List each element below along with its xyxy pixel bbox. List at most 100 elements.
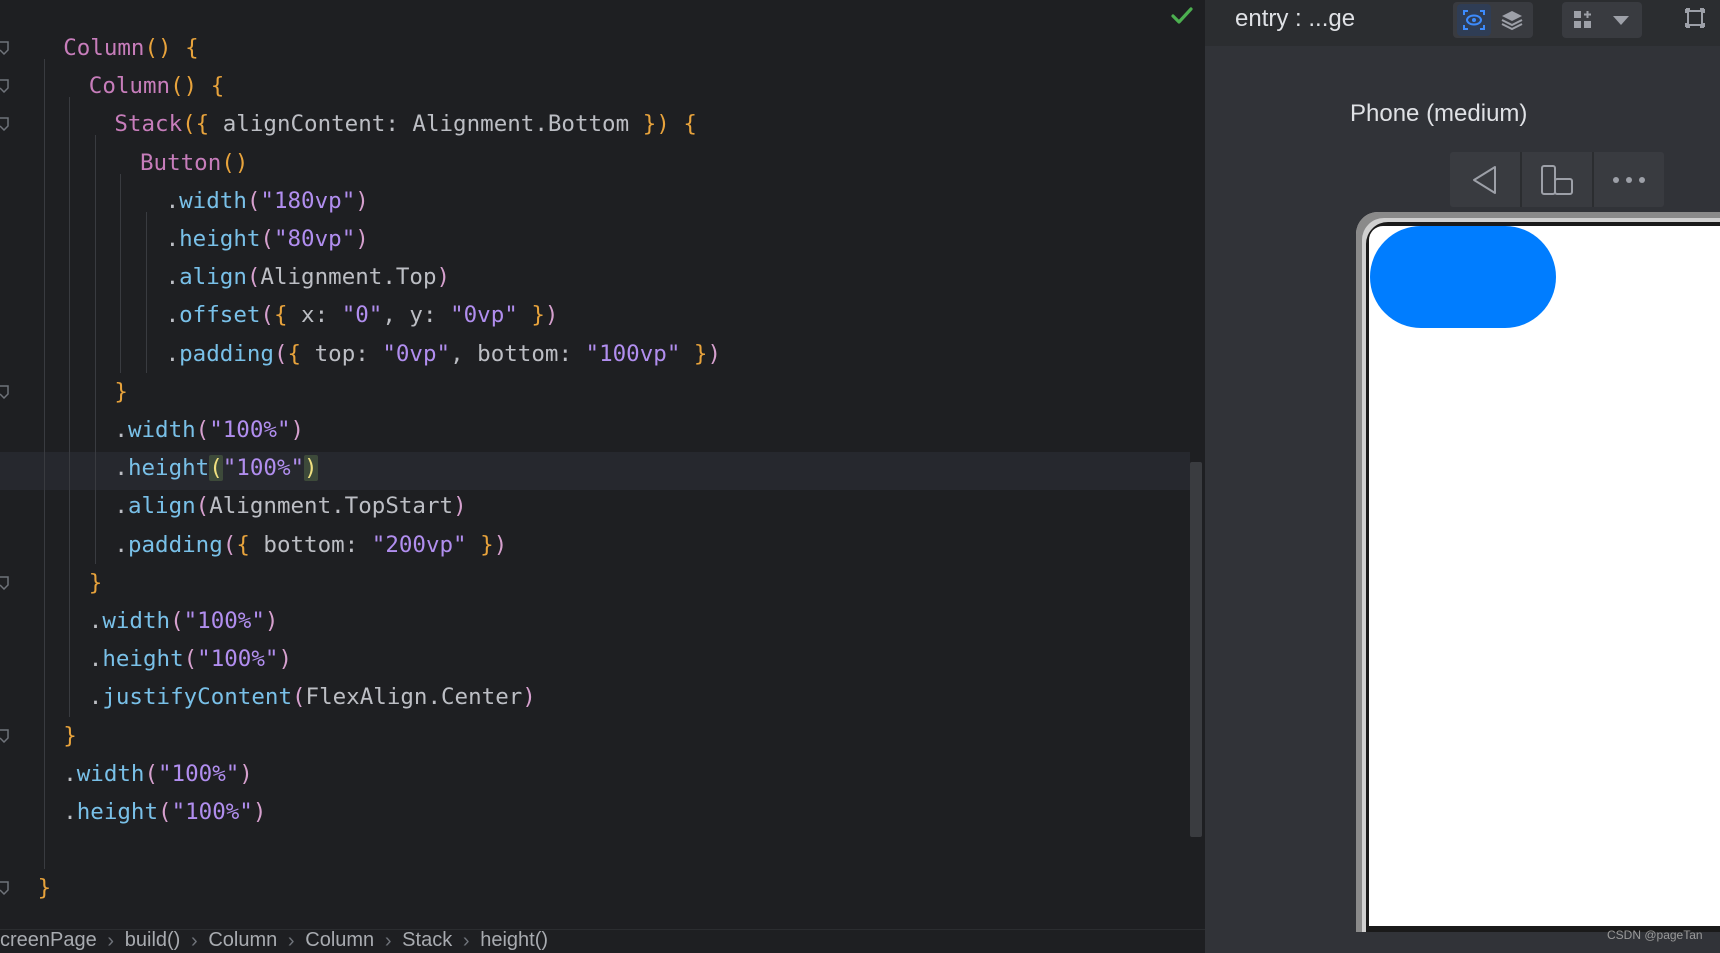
rotate-device-icon [1541,164,1573,195]
code-token: { [683,111,697,138]
indent-guide [120,173,122,373]
previewer-title: entry : ...ge [1235,5,1356,32]
code-token: () [144,35,172,61]
code-line[interactable]: .offset({ x: "0", y: "0vp" }) [166,296,559,334]
code-token: . [114,531,128,558]
code-line[interactable]: Stack({ alignContent: Alignment.Bottom }… [114,105,697,143]
breadcrumb-item[interactable]: Column [305,930,374,953]
fold-marker-icon[interactable] [0,881,10,896]
code-token: "100%" [158,760,240,787]
previewer-panel: entry : ...ge Phone (medium) CSDN @pageT… [1205,0,1720,953]
code-token: width [127,417,196,443]
code-token: FlexAlign.Center [305,684,523,711]
code-line[interactable]: .justifyContent(FlexAlign.Center) [89,678,536,716]
breadcrumb-item[interactable]: Column [208,930,277,953]
code-line[interactable]: .padding({ bottom: "200vp" }) [114,526,507,564]
code-line[interactable]: .height("100%") [63,793,266,831]
chevron-down-icon [1613,16,1629,25]
maximize-icon [1685,8,1705,28]
fold-marker-icon[interactable] [0,79,10,94]
code-token: . [88,646,103,673]
breadcrumb-item[interactable]: height() [480,930,548,953]
inspector-eye-button[interactable] [1457,4,1491,36]
code-editor[interactable]: Column() {Column() {Stack({ alignContent… [0,0,1205,953]
code-token: ) [252,799,267,825]
device-name-label: Phone (medium) [1350,100,1528,127]
code-line[interactable]: .width("180vp") [166,182,369,220]
code-line[interactable]: .align(Alignment.Top) [166,258,450,296]
code-token: . [165,187,180,214]
code-token: ) [453,493,467,520]
code-token: { [287,340,302,367]
code-line[interactable]: } [38,869,52,907]
code-line[interactable]: .width("100%") [63,755,253,793]
fold-marker-icon[interactable] [0,385,10,399]
code-line[interactable]: .width("100%") [89,602,279,640]
code-token: ) [304,455,318,482]
code-line[interactable]: .height("100%") [114,449,318,487]
code-token: Column [63,35,145,61]
code-token: offset [179,302,261,329]
code-token: { [185,35,199,61]
fold-marker-icon[interactable] [0,41,10,55]
code-token: width [179,187,247,214]
code-token: x: [287,302,342,329]
code-token: ( [158,799,172,825]
code-token: "180vp" [260,187,356,214]
breadcrumb-separator-icon: › [287,930,295,952]
code-line[interactable]: .height("80vp") [166,220,369,258]
breadcrumb-item[interactable]: creenPage [0,930,97,953]
breadcrumb-separator-icon: › [462,930,470,952]
back-triangle-icon [1473,165,1496,194]
more-options-button[interactable] [1594,152,1664,207]
code-line[interactable]: .align(Alignment.TopStart) [114,487,466,525]
code-token: "0vp" [450,302,518,329]
code-token: "0vp" [382,340,451,367]
code-line[interactable]: .height("100%") [89,640,292,678]
code-token: Alignment.Top [260,264,437,291]
code-line[interactable]: Column() { [89,67,224,105]
preview-blue-button[interactable] [1370,226,1556,328]
code-token: . [165,226,180,252]
code-line[interactable]: } [63,717,77,755]
code-token: } [480,531,494,558]
components-button[interactable] [1566,4,1600,36]
code-token: ( [209,455,223,482]
view-dropdown-button[interactable] [1604,4,1638,36]
code-line[interactable]: } [89,564,103,602]
code-token: height [102,646,184,673]
code-token: bottom: [249,531,372,558]
phone-screen[interactable] [1369,226,1720,926]
code-line[interactable]: Button() [140,144,248,182]
code-token: align [127,493,196,520]
code-token: height [127,455,210,482]
breadcrumb-item[interactable]: build() [125,930,181,953]
code-token: . [63,760,77,787]
breadcrumb-separator-icon: › [384,930,392,952]
code-line[interactable]: .width("100%") [114,411,304,449]
rotate-device-button[interactable] [1522,152,1592,207]
code-token: top: [301,340,383,367]
maximize-button[interactable] [1678,2,1712,34]
code-line[interactable]: } [114,373,128,411]
code-token: . [165,264,180,291]
back-button[interactable] [1450,152,1520,207]
fold-marker-icon[interactable] [0,576,10,590]
editor-vertical-scrollbar[interactable] [1190,462,1202,837]
code-token: justifyContent [102,684,292,711]
fold-marker-icon[interactable] [0,728,10,743]
code-token: ( [246,187,261,214]
grid-plus-icon [1574,11,1591,28]
fold-marker-icon[interactable] [0,117,10,132]
layers-button[interactable] [1495,4,1529,36]
breadcrumb-item[interactable]: Stack [402,930,452,953]
breadcrumb-separator-icon: › [190,930,198,952]
code-line[interactable]: Column() { [63,29,198,67]
inspection-ok-icon[interactable] [1170,4,1194,28]
code-token: ) [544,302,559,329]
code-token: } [63,722,77,749]
code-token: . [165,302,180,329]
code-line[interactable]: .padding({ top: "0vp", bottom: "100vp" }… [166,335,721,373]
code-token: ) [522,684,536,711]
